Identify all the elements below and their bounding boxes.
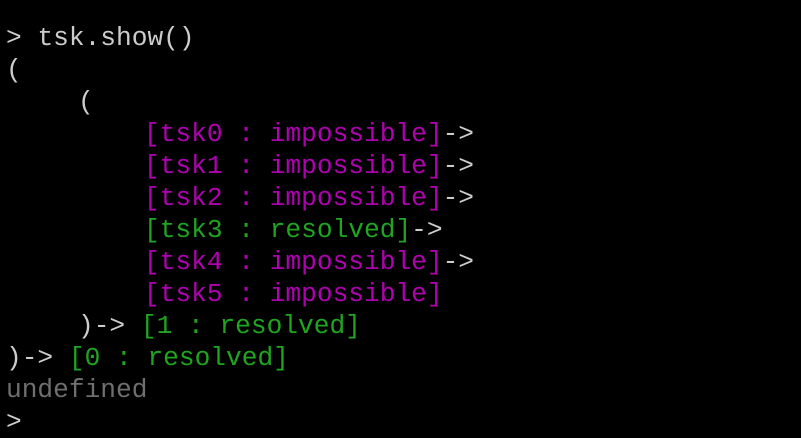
outer-close-line: )-> [0 : resolved] (6, 342, 801, 374)
next-prompt-line[interactable]: > (6, 406, 801, 438)
inner-open-paren-line: ( (6, 86, 801, 118)
task-line: [tsk5 : impossible] (6, 278, 801, 310)
return-value: undefined (6, 375, 148, 405)
inner-close-arrow: )-> (78, 311, 126, 341)
command-text: tsk.show() (37, 23, 195, 53)
outer-open-paren: ( (6, 55, 22, 85)
task-label: [tsk2 : impossible] (144, 183, 443, 213)
next-prompt-symbol: > (6, 407, 22, 437)
inner-open-paren: ( (78, 87, 94, 117)
task-arrow: -> (442, 247, 475, 277)
outer-result: [0 : resolved] (68, 343, 289, 373)
task-label: [tsk5 : impossible] (144, 279, 443, 309)
prompt-symbol: > (6, 23, 22, 53)
task-line: [tsk1 : impossible]-> (6, 150, 801, 182)
inner-result: [1 : resolved] (140, 311, 361, 341)
task-arrow: -> (411, 215, 443, 245)
task-label: [tsk1 : impossible] (144, 151, 443, 181)
task-label: [tsk4 : impossible] (144, 247, 443, 277)
task-line: [tsk0 : impossible]-> (6, 118, 801, 150)
outer-open-paren-line: ( (6, 54, 801, 86)
outer-close-arrow: )-> (6, 343, 54, 373)
task-line: [tsk4 : impossible]-> (6, 246, 801, 278)
task-arrow: -> (442, 183, 475, 213)
task-label: [tsk3 : resolved] (144, 215, 412, 245)
task-arrow: -> (442, 119, 475, 149)
return-value-line: undefined (6, 374, 801, 406)
task-label: [tsk0 : impossible] (144, 119, 443, 149)
inner-close-line: )-> [1 : resolved] (6, 310, 801, 342)
task-line: [tsk2 : impossible]-> (6, 182, 801, 214)
command-line: > tsk.show() (6, 22, 801, 54)
task-line: [tsk3 : resolved]-> (6, 214, 801, 246)
task-arrow: -> (442, 151, 475, 181)
terminal-output[interactable]: > tsk.show() ( ( [tsk0 : impossible]-> [… (6, 22, 801, 438)
